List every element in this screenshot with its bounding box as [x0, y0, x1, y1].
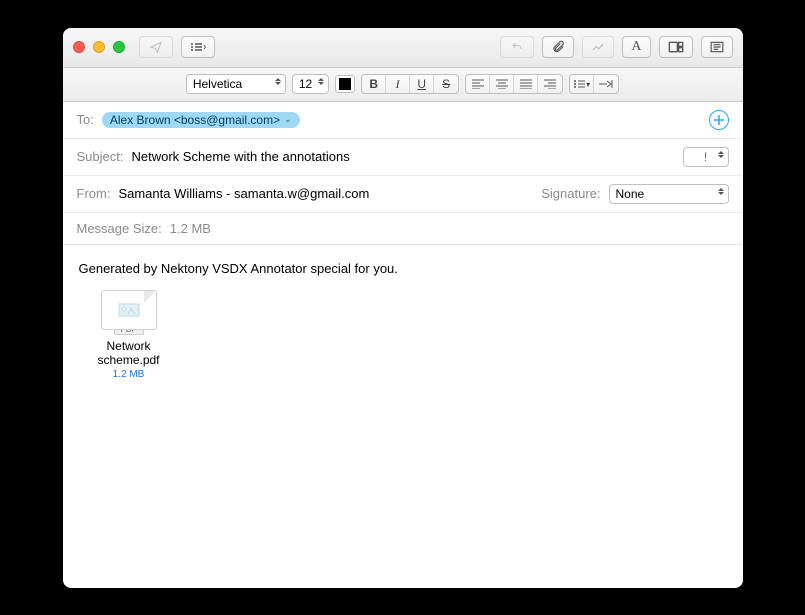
- list-indent-group: ▾: [569, 74, 619, 94]
- font-family-value: Helvetica: [193, 77, 242, 91]
- minimize-window-button[interactable]: [93, 41, 105, 53]
- attach-button[interactable]: [542, 36, 574, 58]
- bold-button[interactable]: B: [362, 75, 386, 93]
- signature-value: None: [616, 187, 645, 201]
- priority-value: !: [704, 150, 707, 164]
- strikethrough-button[interactable]: S: [434, 75, 458, 93]
- message-size-row: Message Size: 1.2 MB: [63, 213, 743, 244]
- signature-label: Signature:: [541, 186, 600, 201]
- font-size-value: 12: [299, 77, 312, 91]
- message-body[interactable]: Generated by Nektony VSDX Annotator spec…: [63, 245, 743, 588]
- message-size-label: Message Size:: [77, 221, 162, 236]
- font-size-select[interactable]: 12: [292, 74, 329, 94]
- subject-label: Subject:: [77, 149, 124, 164]
- italic-button[interactable]: I: [386, 75, 410, 93]
- attachment-thumbnail: [101, 290, 157, 330]
- align-right-button[interactable]: [538, 75, 562, 93]
- from-value: Samanta Williams - samanta.w@gmail.com: [118, 186, 369, 201]
- titlebar: A: [63, 28, 743, 68]
- underline-button[interactable]: U: [410, 75, 434, 93]
- message-size-value: 1.2 MB: [170, 221, 211, 236]
- color-swatch: [339, 78, 351, 90]
- send-button[interactable]: [139, 36, 173, 58]
- alignment-group: [465, 74, 563, 94]
- align-justify-button[interactable]: [514, 75, 538, 93]
- to-recipient-chip[interactable]: Alex Brown <boss@gmail.com> ⌄: [102, 112, 300, 128]
- attachment-filename: Network scheme.pdf: [79, 339, 179, 368]
- format-button[interactable]: A: [622, 36, 650, 58]
- signature-select[interactable]: None: [609, 184, 729, 204]
- to-label: To:: [77, 112, 94, 127]
- from-row: From: Samanta Williams - samanta.w@gmail…: [63, 176, 743, 213]
- add-recipient-button[interactable]: [709, 110, 729, 130]
- chevron-down-icon: ⌄: [284, 114, 292, 125]
- compose-window: A Helvetica 12 B I U S: [63, 28, 743, 588]
- body-text: Generated by Nektony VSDX Annotator spec…: [79, 261, 727, 276]
- text-color-well[interactable]: [335, 75, 355, 93]
- photo-browser-button[interactable]: [659, 36, 693, 58]
- header-fields-button[interactable]: [181, 36, 215, 58]
- from-label: From:: [77, 186, 111, 201]
- markup-button[interactable]: [582, 36, 614, 58]
- window-controls: [73, 41, 125, 53]
- priority-select[interactable]: !: [683, 147, 729, 167]
- subject-input[interactable]: [131, 149, 674, 164]
- attachment[interactable]: PDF Network scheme.pdf 1.2 MB: [79, 290, 179, 381]
- font-style-group: B I U S: [361, 74, 459, 94]
- to-row[interactable]: To: Alex Brown <boss@gmail.com> ⌄: [63, 102, 743, 139]
- list-button[interactable]: ▾: [570, 75, 594, 93]
- font-family-select[interactable]: Helvetica: [186, 74, 286, 94]
- close-window-button[interactable]: [73, 41, 85, 53]
- reply-button[interactable]: [500, 36, 534, 58]
- align-center-button[interactable]: [490, 75, 514, 93]
- subject-row: Subject: !: [63, 139, 743, 176]
- stationery-button[interactable]: [701, 36, 733, 58]
- to-recipient-text: Alex Brown <boss@gmail.com>: [110, 113, 280, 127]
- align-left-button[interactable]: [466, 75, 490, 93]
- attachment-size: 1.2 MB: [79, 369, 179, 380]
- zoom-window-button[interactable]: [113, 41, 125, 53]
- format-toolbar: Helvetica 12 B I U S ▾: [63, 68, 743, 102]
- header-fields: To: Alex Brown <boss@gmail.com> ⌄ Subjec…: [63, 102, 743, 245]
- indent-button[interactable]: [594, 75, 618, 93]
